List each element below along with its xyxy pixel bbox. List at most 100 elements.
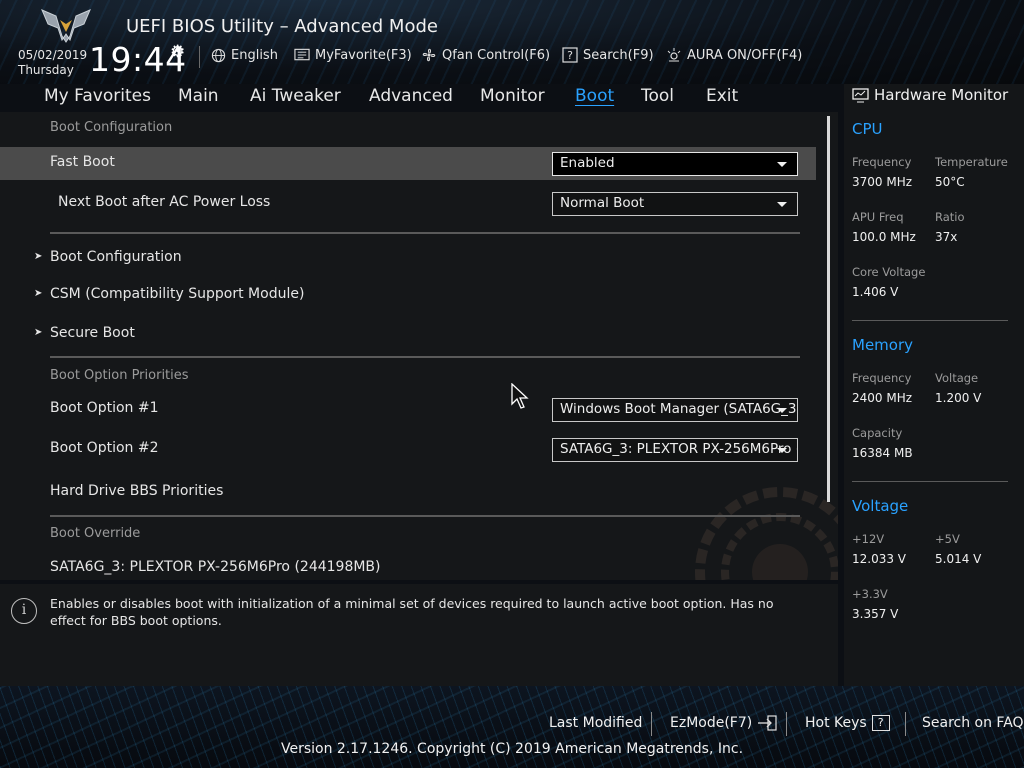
- version-text: Version 2.17.1246. Copyright (C) 2019 Am…: [280, 741, 744, 757]
- date-text: 05/02/2019: [18, 48, 88, 62]
- v5-label: +5V: [935, 532, 960, 546]
- memory-section-title: Memory: [852, 336, 914, 354]
- day-text: Thursday: [18, 63, 74, 77]
- next-boot-select[interactable]: Normal Boot: [552, 192, 798, 216]
- v33-value: 3.357 V: [852, 607, 899, 621]
- tab-tool[interactable]: Tool: [641, 86, 674, 106]
- boot-option-1-label: Boot Option #1: [50, 400, 159, 416]
- cpu-section-title: CPU: [852, 120, 883, 138]
- help-text: Enables or disables boot with initializa…: [50, 596, 774, 628]
- boot-option-2-value: SATA6G_3: PLEXTOR PX-256M6Pro (244198MB): [560, 441, 797, 457]
- section-boot-override: Boot Override: [50, 526, 141, 541]
- mouse-cursor-icon: [511, 383, 529, 409]
- boot-override-item[interactable]: SATA6G_3: PLEXTOR PX-256M6Pro (244198MB): [50, 559, 381, 575]
- v5-value: 5.014 V: [935, 552, 982, 566]
- submenu-arrow-icon: ➤: [34, 327, 43, 338]
- tab-ai-tweaker[interactable]: Ai Tweaker: [250, 86, 341, 106]
- tab-boot[interactable]: Boot: [575, 86, 614, 106]
- cpu-frequency-label: Frequency: [852, 155, 912, 169]
- boot-option-2-select[interactable]: SATA6G_3: PLEXTOR PX-256M6Pro (244198MB): [552, 438, 798, 462]
- fan-icon: [421, 47, 437, 63]
- chevron-down-icon: [777, 408, 787, 413]
- cpu-temperature-value: 50°C: [935, 175, 965, 189]
- submenu-csm[interactable]: CSM (Compatibility Support Module): [50, 286, 304, 302]
- chevron-down-icon: [777, 162, 787, 167]
- section-boot-configuration: Boot Configuration: [50, 120, 173, 135]
- divider: [50, 515, 800, 517]
- language-button[interactable]: English: [210, 47, 278, 63]
- scrollbar[interactable]: [827, 116, 830, 502]
- help-panel: i Enables or disables boot with initiali…: [0, 584, 838, 686]
- submenu-arrow-icon: ➤: [34, 251, 43, 262]
- tab-monitor[interactable]: Monitor: [480, 86, 545, 106]
- search-button[interactable]: ? Search(F9): [562, 47, 654, 63]
- globe-icon: [210, 47, 226, 63]
- search-faq-label: Search on FAQ: [922, 715, 1024, 731]
- footer-divider: [905, 712, 906, 736]
- memory-frequency-value: 2400 MHz: [852, 391, 913, 405]
- divider: [852, 481, 1008, 482]
- exit-arrow-icon: [758, 715, 777, 731]
- boot-option-2-label: Boot Option #2: [50, 440, 159, 456]
- last-modified-button[interactable]: Last Modified: [549, 715, 642, 731]
- submenu-boot-configuration[interactable]: Boot Configuration: [50, 249, 182, 265]
- tab-main[interactable]: Main: [178, 86, 219, 106]
- fast-boot-label: Fast Boot: [50, 154, 115, 170]
- cpu-temperature-label: Temperature: [935, 155, 1008, 169]
- memory-frequency-label: Frequency: [852, 371, 912, 385]
- memory-voltage-label: Voltage: [935, 371, 979, 385]
- capacity-value: 16384 MB: [852, 446, 913, 460]
- divider: [50, 356, 800, 358]
- divider: [50, 232, 800, 234]
- hardware-monitor-label: Hardware Monitor: [874, 86, 1009, 104]
- v12-label: +12V: [852, 532, 885, 546]
- language-label: English: [231, 47, 278, 63]
- aura-label: AURA ON/OFF(F4): [687, 47, 803, 63]
- boot-option-1-select[interactable]: Windows Boot Manager (SATA6G_3: PLEXTOR …: [552, 398, 798, 422]
- v12-value: 12.033 V: [852, 552, 907, 566]
- apu-freq-value: 100.0 MHz: [852, 230, 916, 244]
- qfan-label: Qfan Control(F6): [442, 47, 551, 63]
- next-boot-value: Normal Boot: [560, 195, 645, 211]
- aura-button[interactable]: AURA ON/OFF(F4): [666, 47, 802, 63]
- cpu-frequency-value: 3700 MHz: [852, 175, 913, 189]
- main-nav: My Favorites Main Ai Tweaker Advanced Mo…: [0, 84, 838, 112]
- last-modified-label: Last Modified: [549, 715, 643, 731]
- v33-label: +3.3V: [852, 587, 888, 601]
- section-boot-option-priorities: Boot Option Priorities: [50, 368, 189, 383]
- aura-icon: [666, 47, 682, 63]
- hard-drive-bbs-priorities[interactable]: Hard Drive BBS Priorities: [50, 483, 223, 499]
- search-faq-button[interactable]: Search on FAQ: [922, 715, 1024, 731]
- myfavorite-button[interactable]: MyFavorite(F3): [294, 47, 412, 63]
- tab-my-favorites[interactable]: My Favorites: [44, 86, 151, 106]
- hardware-monitor-title: Hardware Monitor: [852, 86, 1008, 104]
- ratio-label: Ratio: [935, 210, 965, 224]
- memory-voltage-value: 1.200 V: [935, 391, 982, 405]
- ezmode-label: EzMode(F7): [670, 715, 753, 731]
- search-label: Search(F9): [583, 47, 654, 63]
- qfan-button[interactable]: Qfan Control(F6): [421, 47, 550, 63]
- info-icon: i: [11, 598, 37, 624]
- tab-advanced[interactable]: Advanced: [369, 86, 453, 106]
- tab-exit[interactable]: Exit: [706, 86, 738, 106]
- capacity-label: Capacity: [852, 426, 903, 440]
- hot-keys-label: Hot Keys: [805, 715, 867, 731]
- boot-option-1-value: Windows Boot Manager (SATA6G_3: PLEXTOR …: [560, 401, 798, 417]
- monitor-icon: [852, 87, 869, 102]
- chevron-down-icon: [777, 448, 787, 453]
- fast-boot-select[interactable]: Enabled: [552, 152, 798, 176]
- apu-freq-label: APU Freq: [852, 210, 904, 224]
- watermark-logo: [695, 487, 838, 580]
- hot-keys-button[interactable]: Hot Keys ?: [805, 715, 890, 731]
- divider: [852, 320, 1008, 321]
- tuf-logo-icon: [41, 9, 91, 43]
- submenu-secure-boot[interactable]: Secure Boot: [50, 325, 135, 341]
- ezmode-button[interactable]: EzMode(F7): [670, 715, 777, 731]
- toolbar-divider: [199, 46, 200, 68]
- submenu-arrow-icon: ➤: [34, 288, 43, 299]
- core-voltage-value: 1.406 V: [852, 285, 899, 299]
- footer-divider: [651, 712, 652, 736]
- footer-divider: [786, 712, 787, 736]
- gear-icon[interactable]: ⚙: [170, 42, 185, 62]
- fast-boot-value: Enabled: [560, 155, 615, 171]
